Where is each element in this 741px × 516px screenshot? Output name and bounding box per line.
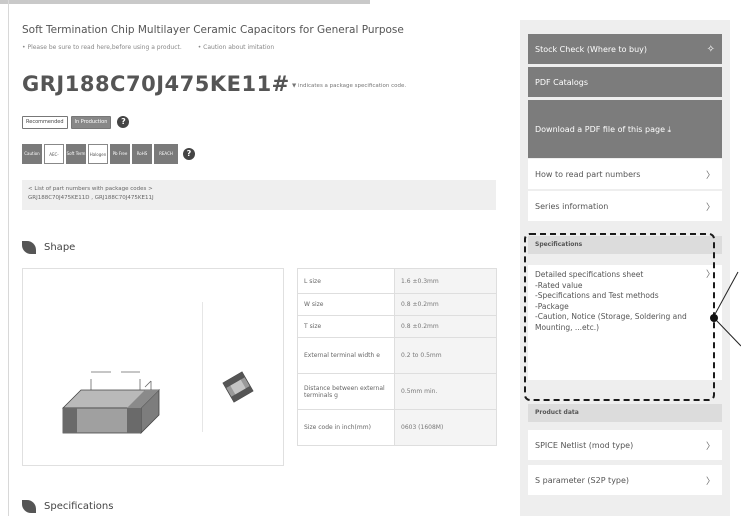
specifications-heading: Specifications [22, 500, 113, 513]
pb-free-icon[interactable]: Pb Free [110, 144, 130, 164]
how-to-read-link[interactable]: How to read part numbers 〉 [528, 159, 722, 189]
dimension-table: L size 1.6 ±0.3mm W size 0.8 ±0.2mm T size… [297, 268, 497, 446]
specifications-heading-text: Specifications [44, 501, 114, 512]
status-badges: Recommended In Production ? [22, 114, 130, 130]
chevron-right-icon: 〉 [705, 441, 715, 452]
stock-check-button[interactable]: Stock Check (Where to buy) ✧ [528, 34, 722, 64]
table-row: Distance between external terminals g 0.5… [297, 373, 497, 410]
caution-icon[interactable]: Caution [22, 144, 42, 164]
shape-heading: Shape [22, 241, 75, 254]
notice-links: • Please be sure to read here,before usi… [22, 44, 274, 51]
reach-icon[interactable]: REACH [154, 144, 178, 164]
help-icon[interactable]: ? [117, 116, 130, 128]
leaf-icon [22, 241, 36, 254]
chevron-right-icon: 〉 [705, 476, 715, 487]
chevron-right-icon: 〉 [705, 170, 715, 181]
table-row: W size 0.8 ±0.2mm [297, 293, 497, 316]
chevron-right-icon: 〉 [705, 202, 715, 213]
table-row: T size 0.8 ±0.2mm [297, 315, 497, 338]
read-before-use-link[interactable]: • Please be sure to read here,before usi… [22, 44, 182, 51]
download-pdf-label: Download a PDF file of this page ⤓ [535, 124, 672, 134]
highlight-box [524, 233, 715, 401]
rohs-icon[interactable]: RoHS [132, 144, 152, 164]
s-parameter-link[interactable]: S parameter (S2P type) 〉 [528, 465, 722, 495]
help-icon[interactable]: ? [183, 148, 195, 160]
callout-pointer [710, 271, 741, 347]
capacitor-drawing [62, 371, 254, 434]
halogen-free-icon[interactable]: Halogen Free [88, 144, 108, 164]
package-code-note: ▼ indicates a package specification code… [292, 83, 407, 89]
package-codes-list: GRJ188C70J475KE11D , GRJ188C70J475KE11J [28, 195, 154, 201]
left-border [8, 0, 9, 516]
download-pdf-button[interactable]: Download a PDF file of this page ⤓ [528, 100, 722, 158]
product-data-section-header: Product data [528, 404, 722, 422]
spec-icon-row: Caution AEC-Q200 Soft Term Halogen Free … [22, 143, 195, 165]
soft-termination-icon[interactable]: Soft Term [66, 144, 86, 164]
series-info-link[interactable]: Series information 〉 [528, 191, 722, 221]
image-divider [202, 302, 203, 432]
series-subtitle: Soft Termination Chip Multilayer Ceramic… [22, 24, 404, 36]
recommended-badge: Recommended [22, 115, 68, 129]
part-number-title: GRJ188C70J475KE11# [22, 72, 290, 96]
table-row: L size 1.6 ±0.3mm [297, 268, 497, 294]
shape-image-box [22, 268, 284, 466]
shape-heading-text: Shape [44, 242, 76, 253]
pdf-catalog-button[interactable]: PDF Catalogs [528, 67, 722, 97]
spice-netlist-link[interactable]: SPICE Netlist (mod type) 〉 [528, 430, 722, 460]
main-content: Soft Termination Chip Multilayer Ceramic… [22, 0, 502, 516]
pdf-catalog-label: PDF Catalogs [535, 77, 589, 87]
leaf-icon [22, 500, 36, 513]
package-codes-label: < List of part numbers with package code… [28, 186, 153, 192]
stars-icon: ✧ [706, 43, 715, 55]
stock-check-label: Stock Check (Where to buy) [535, 44, 648, 54]
table-row: External terminal width e 0.2 to 0.5mm [297, 337, 497, 374]
package-codes-box: < List of part numbers with package code… [22, 180, 496, 210]
imitation-caution-link[interactable]: • Caution about imitation [198, 44, 274, 51]
in-production-badge: In Production [70, 115, 112, 129]
aec-q200-icon[interactable]: AEC-Q200 [44, 144, 64, 164]
table-row: Size code in inch(mm) 0603 (1608M) [297, 409, 497, 446]
